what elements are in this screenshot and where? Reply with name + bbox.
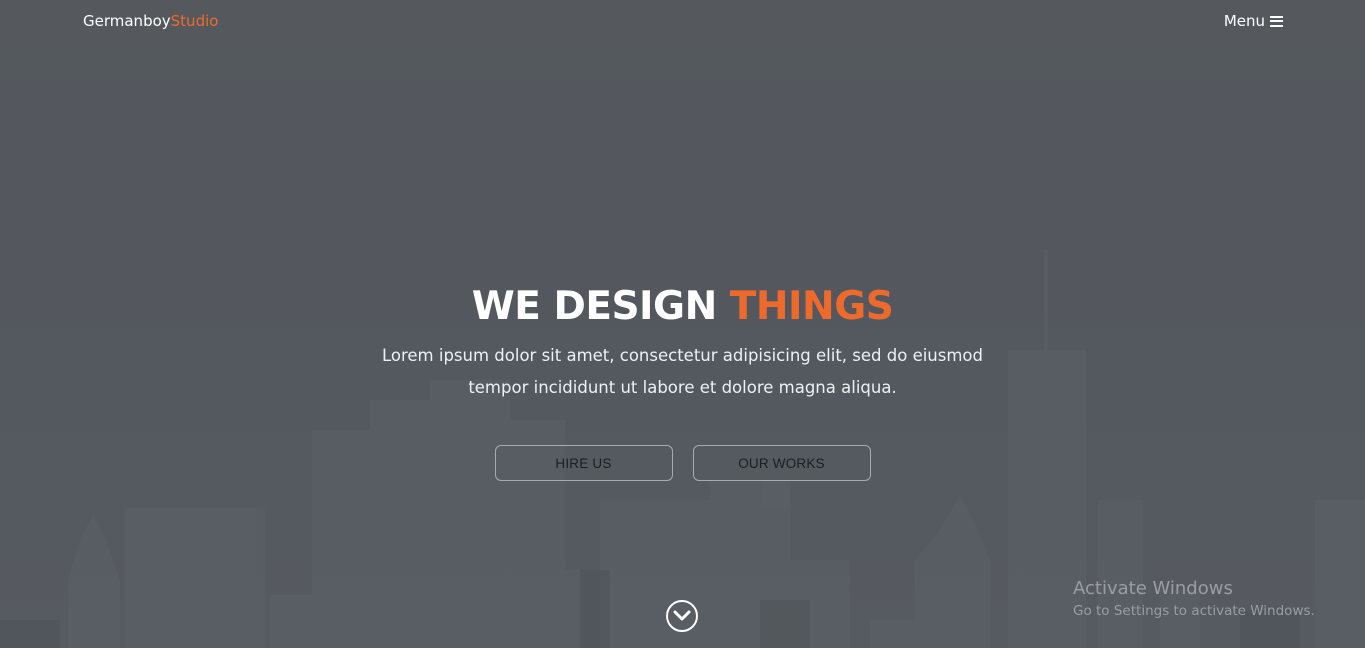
our-works-button[interactable]: OUR WORKS [692,445,871,481]
headline-main: WE DESIGN [471,284,718,329]
brand-logo[interactable]: GermanboyStudio [83,12,218,30]
hire-us-button[interactable]: HIRE US [494,445,673,481]
scroll-down-button[interactable] [666,600,698,632]
menu-button[interactable]: Menu [1224,12,1283,30]
menu-label: Menu [1223,12,1265,30]
headline-accent: THINGS [729,284,894,329]
brand-name: Germanboy [83,12,171,30]
hero-subtext: Lorem ipsum dolor sit amet, consectetur … [381,346,984,397]
hero-buttons: HIRE US OUR WORKS [0,445,1365,481]
hamburger-icon [1270,15,1283,27]
windows-activation-watermark: Activate Windows Go to Settings to activ… [1073,578,1315,622]
watermark-subtitle: Go to Settings to activate Windows. [1073,603,1315,619]
hero-headline: WE DESIGN THINGS [0,280,1365,334]
hero-section: GermanboyStudio Menu WE DESIGN THINGS Lo… [0,0,1365,648]
hero-content: WE DESIGN THINGS Lorem ipsum dolor sit a… [0,280,1365,481]
chevron-down-icon [673,610,691,621]
top-navbar: GermanboyStudio Menu [0,0,1365,44]
brand-accent: Studio [170,12,219,30]
watermark-title: Activate Windows [1073,578,1233,599]
